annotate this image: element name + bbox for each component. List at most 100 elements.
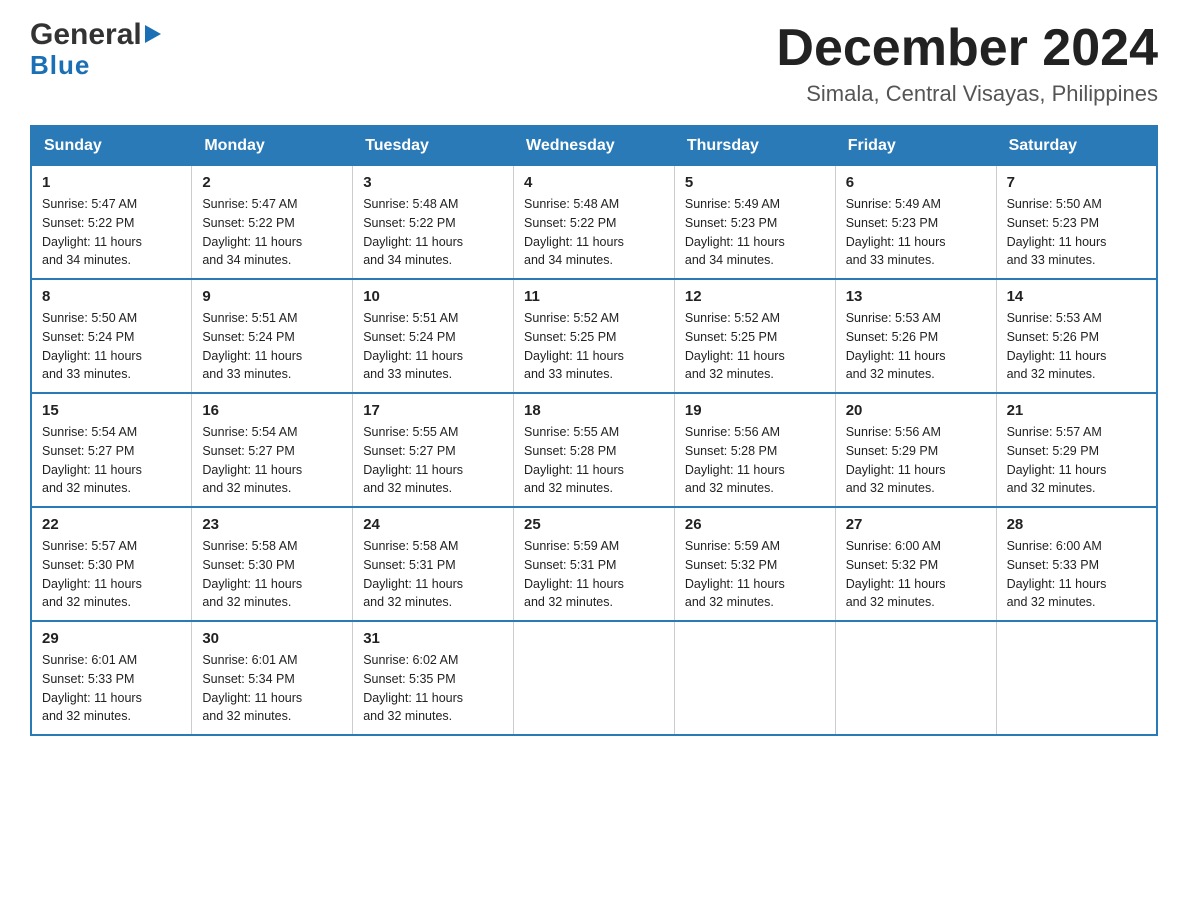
day-info: Sunrise: 5:58 AMSunset: 5:30 PMDaylight:… (202, 537, 342, 612)
day-number: 15 (42, 402, 181, 419)
logo-general: General (30, 20, 142, 50)
day-number: 25 (524, 516, 664, 533)
calendar-week-row: 22 Sunrise: 5:57 AMSunset: 5:30 PMDaylig… (31, 507, 1157, 621)
day-info: Sunrise: 5:54 AMSunset: 5:27 PMDaylight:… (202, 423, 342, 498)
day-info: Sunrise: 6:00 AMSunset: 5:32 PMDaylight:… (846, 537, 986, 612)
day-info: Sunrise: 5:51 AMSunset: 5:24 PMDaylight:… (202, 309, 342, 384)
day-info: Sunrise: 5:50 AMSunset: 5:23 PMDaylight:… (1007, 195, 1146, 270)
day-number: 9 (202, 288, 342, 305)
table-row (674, 621, 835, 735)
day-info: Sunrise: 6:01 AMSunset: 5:33 PMDaylight:… (42, 651, 181, 726)
day-number: 13 (846, 288, 986, 305)
table-row: 21 Sunrise: 5:57 AMSunset: 5:29 PMDaylig… (996, 393, 1157, 507)
table-row: 19 Sunrise: 5:56 AMSunset: 5:28 PMDaylig… (674, 393, 835, 507)
table-row: 3 Sunrise: 5:48 AMSunset: 5:22 PMDayligh… (353, 166, 514, 280)
col-tuesday: Tuesday (353, 126, 514, 166)
day-number: 20 (846, 402, 986, 419)
day-number: 19 (685, 402, 825, 419)
table-row: 18 Sunrise: 5:55 AMSunset: 5:28 PMDaylig… (514, 393, 675, 507)
table-row: 4 Sunrise: 5:48 AMSunset: 5:22 PMDayligh… (514, 166, 675, 280)
table-row: 15 Sunrise: 5:54 AMSunset: 5:27 PMDaylig… (31, 393, 192, 507)
calendar-week-row: 8 Sunrise: 5:50 AMSunset: 5:24 PMDayligh… (31, 279, 1157, 393)
table-row: 24 Sunrise: 5:58 AMSunset: 5:31 PMDaylig… (353, 507, 514, 621)
table-row: 2 Sunrise: 5:47 AMSunset: 5:22 PMDayligh… (192, 166, 353, 280)
table-row: 20 Sunrise: 5:56 AMSunset: 5:29 PMDaylig… (835, 393, 996, 507)
logo: General Blue (30, 20, 161, 81)
calendar-week-row: 15 Sunrise: 5:54 AMSunset: 5:27 PMDaylig… (31, 393, 1157, 507)
day-number: 14 (1007, 288, 1146, 305)
table-row: 5 Sunrise: 5:49 AMSunset: 5:23 PMDayligh… (674, 166, 835, 280)
col-sunday: Sunday (31, 126, 192, 166)
day-info: Sunrise: 5:56 AMSunset: 5:29 PMDaylight:… (846, 423, 986, 498)
col-monday: Monday (192, 126, 353, 166)
day-info: Sunrise: 5:54 AMSunset: 5:27 PMDaylight:… (42, 423, 181, 498)
day-number: 29 (42, 630, 181, 647)
day-info: Sunrise: 5:56 AMSunset: 5:28 PMDaylight:… (685, 423, 825, 498)
day-number: 17 (363, 402, 503, 419)
day-info: Sunrise: 5:49 AMSunset: 5:23 PMDaylight:… (685, 195, 825, 270)
day-info: Sunrise: 5:52 AMSunset: 5:25 PMDaylight:… (685, 309, 825, 384)
day-number: 23 (202, 516, 342, 533)
table-row (514, 621, 675, 735)
table-row: 30 Sunrise: 6:01 AMSunset: 5:34 PMDaylig… (192, 621, 353, 735)
day-number: 16 (202, 402, 342, 419)
day-info: Sunrise: 5:53 AMSunset: 5:26 PMDaylight:… (1007, 309, 1146, 384)
day-info: Sunrise: 5:47 AMSunset: 5:22 PMDaylight:… (202, 195, 342, 270)
day-number: 5 (685, 174, 825, 191)
table-row: 27 Sunrise: 6:00 AMSunset: 5:32 PMDaylig… (835, 507, 996, 621)
day-number: 31 (363, 630, 503, 647)
month-title: December 2024 (776, 20, 1158, 77)
day-info: Sunrise: 5:57 AMSunset: 5:30 PMDaylight:… (42, 537, 181, 612)
col-wednesday: Wednesday (514, 126, 675, 166)
table-row: 31 Sunrise: 6:02 AMSunset: 5:35 PMDaylig… (353, 621, 514, 735)
day-number: 7 (1007, 174, 1146, 191)
day-info: Sunrise: 5:59 AMSunset: 5:32 PMDaylight:… (685, 537, 825, 612)
day-info: Sunrise: 5:50 AMSunset: 5:24 PMDaylight:… (42, 309, 181, 384)
title-section: December 2024 Simala, Central Visayas, P… (776, 20, 1158, 107)
table-row (835, 621, 996, 735)
table-row: 13 Sunrise: 5:53 AMSunset: 5:26 PMDaylig… (835, 279, 996, 393)
table-row: 28 Sunrise: 6:00 AMSunset: 5:33 PMDaylig… (996, 507, 1157, 621)
location-text: Simala, Central Visayas, Philippines (776, 81, 1158, 107)
table-row: 16 Sunrise: 5:54 AMSunset: 5:27 PMDaylig… (192, 393, 353, 507)
table-row: 23 Sunrise: 5:58 AMSunset: 5:30 PMDaylig… (192, 507, 353, 621)
table-row: 12 Sunrise: 5:52 AMSunset: 5:25 PMDaylig… (674, 279, 835, 393)
day-number: 26 (685, 516, 825, 533)
table-row: 10 Sunrise: 5:51 AMSunset: 5:24 PMDaylig… (353, 279, 514, 393)
day-number: 4 (524, 174, 664, 191)
day-info: Sunrise: 5:57 AMSunset: 5:29 PMDaylight:… (1007, 423, 1146, 498)
table-row: 17 Sunrise: 5:55 AMSunset: 5:27 PMDaylig… (353, 393, 514, 507)
day-info: Sunrise: 6:00 AMSunset: 5:33 PMDaylight:… (1007, 537, 1146, 612)
table-row: 25 Sunrise: 5:59 AMSunset: 5:31 PMDaylig… (514, 507, 675, 621)
calendar-table: Sunday Monday Tuesday Wednesday Thursday… (30, 125, 1158, 736)
day-info: Sunrise: 5:59 AMSunset: 5:31 PMDaylight:… (524, 537, 664, 612)
calendar-header-row: Sunday Monday Tuesday Wednesday Thursday… (31, 126, 1157, 166)
day-number: 21 (1007, 402, 1146, 419)
day-number: 2 (202, 174, 342, 191)
day-info: Sunrise: 5:49 AMSunset: 5:23 PMDaylight:… (846, 195, 986, 270)
col-friday: Friday (835, 126, 996, 166)
table-row: 6 Sunrise: 5:49 AMSunset: 5:23 PMDayligh… (835, 166, 996, 280)
logo-blue-label: Blue (30, 50, 90, 81)
day-info: Sunrise: 5:51 AMSunset: 5:24 PMDaylight:… (363, 309, 503, 384)
day-number: 3 (363, 174, 503, 191)
table-row: 7 Sunrise: 5:50 AMSunset: 5:23 PMDayligh… (996, 166, 1157, 280)
calendar-week-row: 1 Sunrise: 5:47 AMSunset: 5:22 PMDayligh… (31, 166, 1157, 280)
col-thursday: Thursday (674, 126, 835, 166)
table-row (996, 621, 1157, 735)
day-number: 6 (846, 174, 986, 191)
day-info: Sunrise: 5:48 AMSunset: 5:22 PMDaylight:… (363, 195, 503, 270)
day-number: 30 (202, 630, 342, 647)
calendar-week-row: 29 Sunrise: 6:01 AMSunset: 5:33 PMDaylig… (31, 621, 1157, 735)
day-info: Sunrise: 6:01 AMSunset: 5:34 PMDaylight:… (202, 651, 342, 726)
table-row: 11 Sunrise: 5:52 AMSunset: 5:25 PMDaylig… (514, 279, 675, 393)
table-row: 14 Sunrise: 5:53 AMSunset: 5:26 PMDaylig… (996, 279, 1157, 393)
day-info: Sunrise: 5:48 AMSunset: 5:22 PMDaylight:… (524, 195, 664, 270)
day-info: Sunrise: 6:02 AMSunset: 5:35 PMDaylight:… (363, 651, 503, 726)
day-number: 11 (524, 288, 664, 305)
col-saturday: Saturday (996, 126, 1157, 166)
day-number: 28 (1007, 516, 1146, 533)
day-number: 18 (524, 402, 664, 419)
day-number: 10 (363, 288, 503, 305)
page-header: General Blue December 2024 Simala, Centr… (30, 20, 1158, 107)
